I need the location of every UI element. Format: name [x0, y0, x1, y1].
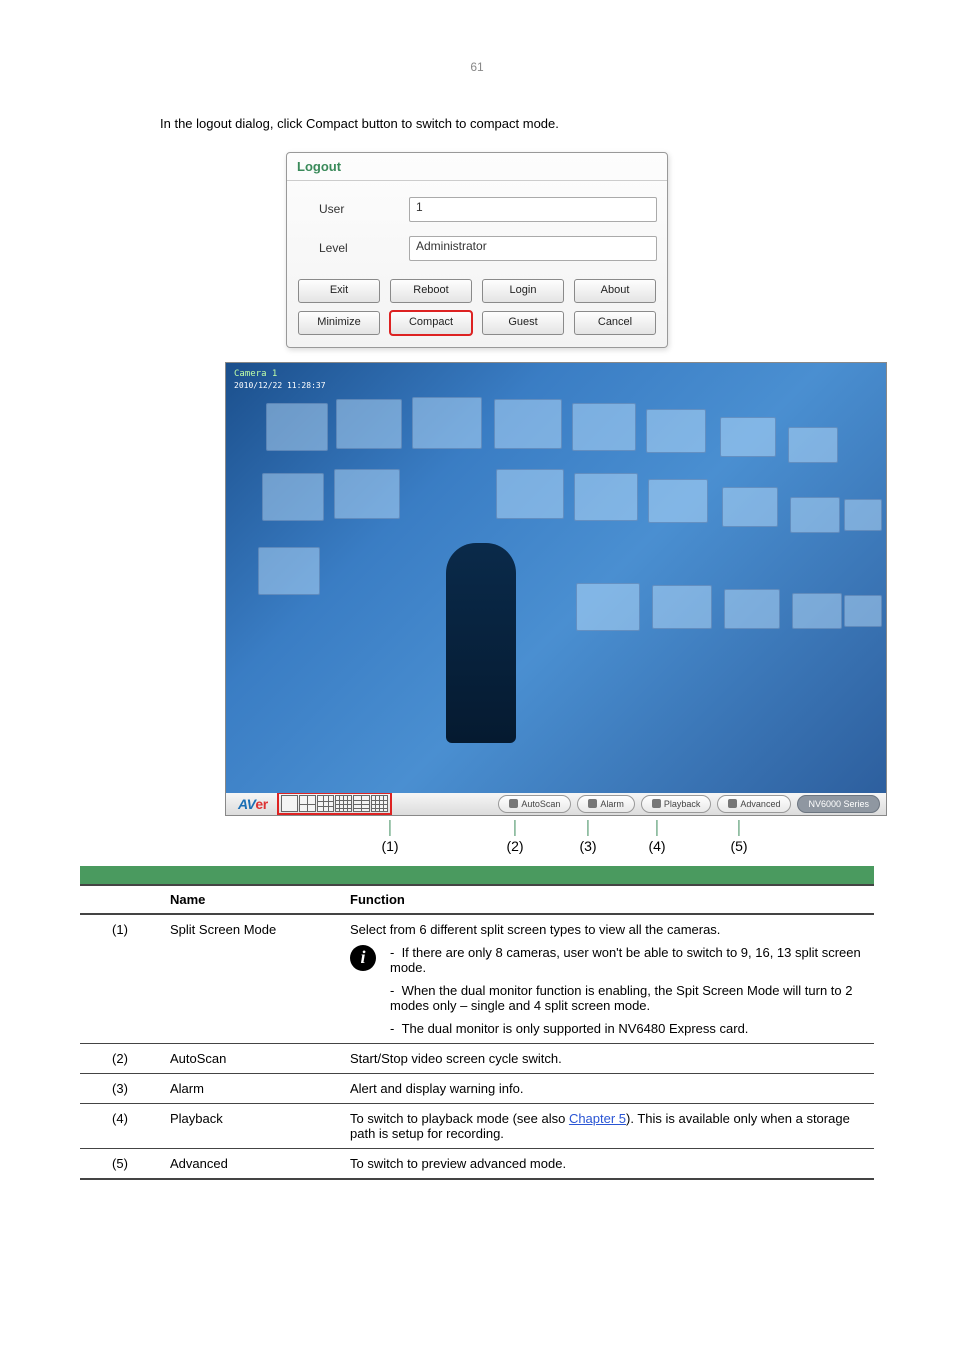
compact-toolbar: AVer AutoScan Alarm Playback Advanced NV… [226, 793, 886, 815]
row3-num: (3) [80, 1073, 160, 1103]
reboot-button[interactable]: Reboot [390, 279, 472, 303]
row2-name: AutoScan [160, 1043, 340, 1073]
level-label: Level [297, 241, 409, 255]
user-label: User [297, 202, 409, 216]
advanced-button[interactable]: Advanced [717, 795, 791, 813]
info-icon: i [350, 945, 376, 971]
row5-func: To switch to preview advanced mode. [340, 1148, 874, 1179]
advanced-icon [728, 799, 737, 808]
row2-num: (2) [80, 1043, 160, 1073]
callout-5: (5) [730, 838, 747, 854]
chapter-5-link[interactable]: Chapter 5 [569, 1111, 626, 1126]
row4-name: Playback [160, 1103, 340, 1148]
callout-3: (3) [579, 838, 596, 854]
section-divider [80, 866, 874, 884]
row4-num: (4) [80, 1103, 160, 1148]
playback-button[interactable]: Playback [641, 795, 712, 813]
col-function: Function [340, 885, 874, 914]
row1-num: (1) [80, 914, 160, 1044]
split-8-icon[interactable] [353, 795, 370, 812]
aver-logo: AVer [238, 796, 268, 812]
minimize-button[interactable]: Minimize [298, 311, 380, 335]
row2-func: Start/Stop video screen cycle switch. [340, 1043, 874, 1073]
compact-button[interactable]: Compact [390, 311, 472, 335]
compact-mode-screenshot: Camera 1 2010/12/22 11:28:37 [225, 362, 887, 816]
split-13-icon[interactable] [371, 795, 388, 812]
exit-button[interactable]: Exit [298, 279, 380, 303]
camera-video-area: Camera 1 2010/12/22 11:28:37 [226, 363, 886, 793]
split-1-icon[interactable] [281, 795, 298, 812]
autoscan-button[interactable]: AutoScan [498, 795, 571, 813]
row1-func: Select from 6 different split screen typ… [340, 914, 874, 1044]
callout-4: (4) [648, 838, 665, 854]
autoscan-icon [509, 799, 518, 808]
user-field[interactable]: 1 [409, 197, 657, 222]
login-button[interactable]: Login [482, 279, 564, 303]
split-16-icon[interactable] [335, 795, 352, 812]
alarm-icon [588, 799, 597, 808]
row4-func: To switch to playback mode (see also Cha… [340, 1103, 874, 1148]
row1-name: Split Screen Mode [160, 914, 340, 1044]
logout-dialog: Logout User 1 Level Administrator Exit R… [286, 152, 668, 348]
cancel-button[interactable]: Cancel [574, 311, 656, 335]
guest-button[interactable]: Guest [482, 311, 564, 335]
function-table: Name Function (1) Split Screen Mode Sele… [80, 884, 874, 1180]
operator-figure [446, 543, 516, 743]
page-number: 61 [80, 60, 874, 74]
alarm-button[interactable]: Alarm [577, 795, 635, 813]
split-9-icon[interactable] [317, 795, 334, 812]
logout-title: Logout [287, 153, 667, 181]
col-name: Name [160, 885, 340, 914]
level-field[interactable]: Administrator [409, 236, 657, 261]
split-screen-icons[interactable] [280, 795, 389, 812]
callout-numbers: (1) (2) (3) (4) (5) [225, 820, 885, 860]
row5-name: Advanced [160, 1148, 340, 1179]
row3-func: Alert and display warning info. [340, 1073, 874, 1103]
callout-1: (1) [381, 838, 398, 854]
about-button[interactable]: About [574, 279, 656, 303]
split-4-icon[interactable] [299, 795, 316, 812]
series-badge: NV6000 Series [797, 795, 880, 813]
monitor-wall [226, 363, 886, 793]
playback-icon [652, 799, 661, 808]
row5-num: (5) [80, 1148, 160, 1179]
callout-2: (2) [506, 838, 523, 854]
intro-paragraph: In the logout dialog, click Compact butt… [80, 114, 874, 134]
row3-name: Alarm [160, 1073, 340, 1103]
